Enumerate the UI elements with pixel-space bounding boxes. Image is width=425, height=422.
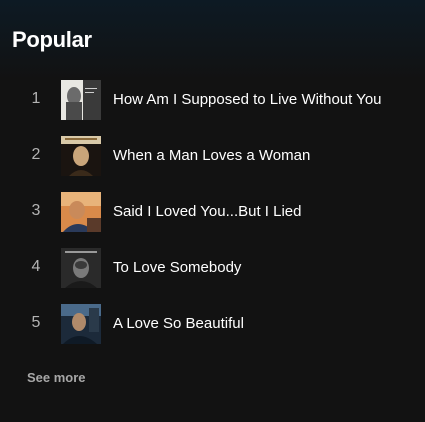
track-rank: 2: [31, 146, 41, 163]
section-title: Popular: [12, 27, 92, 52]
track-rank: 1: [31, 90, 41, 107]
popular-tracks-panel: Popular 1 How Am I Supposed to Live With…: [0, 0, 425, 422]
album-art-icon[interactable]: [61, 248, 101, 288]
track-rank: 5: [31, 314, 41, 331]
track-row[interactable]: 3 Said I Loved You...But I Lied: [0, 184, 425, 240]
track-row[interactable]: 2 When a Man Loves a Woman: [0, 128, 425, 184]
track-rank: 4: [31, 258, 41, 275]
track-row[interactable]: 1 How Am I Supposed to Live Without You: [0, 72, 425, 128]
track-title[interactable]: Said I Loved You...But I Lied: [113, 202, 301, 222]
track-title[interactable]: To Love Somebody: [113, 258, 241, 278]
track-row[interactable]: 5 A Love So Beautiful: [0, 296, 425, 352]
track-rank: 3: [31, 202, 41, 219]
see-more-button[interactable]: See more: [27, 370, 86, 386]
track-list: 1 How Am I Supposed to Live Without You …: [0, 72, 425, 352]
track-title[interactable]: When a Man Loves a Woman: [113, 146, 310, 166]
album-art-icon[interactable]: [61, 304, 101, 344]
track-row[interactable]: 4 To Love Somebody: [0, 240, 425, 296]
album-art-icon[interactable]: [61, 80, 101, 120]
track-title[interactable]: A Love So Beautiful: [113, 314, 244, 334]
track-title[interactable]: How Am I Supposed to Live Without You: [113, 90, 382, 110]
album-art-icon[interactable]: [61, 136, 101, 176]
album-art-icon[interactable]: [61, 192, 101, 232]
